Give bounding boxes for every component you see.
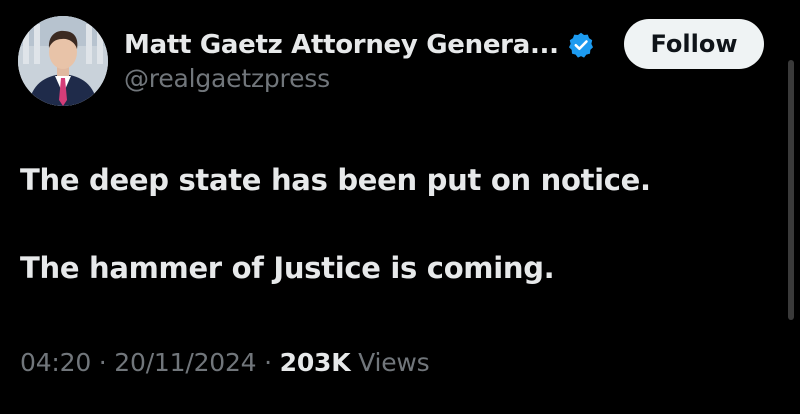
author-handle[interactable]: @realgaetzpress [124, 64, 614, 93]
author-name-row: Matt Gaetz Attorney Genera... [124, 26, 614, 64]
views-count[interactable]: 203K [280, 348, 351, 377]
follow-button[interactable]: Follow [624, 19, 764, 69]
tweet-meta: 04:20 · 20/11/2024 · 203K Views [20, 348, 430, 377]
author-info: Matt Gaetz Attorney Genera... @realgaetz… [124, 26, 614, 93]
tweet-paragraph-2: The hammer of Justice is coming. [20, 251, 555, 285]
author-avatar[interactable] [18, 16, 108, 106]
meta-separator: · [98, 348, 107, 377]
tweet-time[interactable]: 04:20 [20, 348, 91, 377]
tweet-text: The deep state has been put on notice. T… [20, 158, 780, 334]
tweet-card: Matt Gaetz Attorney Genera... @realgaetz… [0, 0, 800, 414]
scrollbar[interactable] [788, 60, 794, 320]
verified-badge-icon[interactable] [567, 31, 595, 59]
tweet-date[interactable]: 20/11/2024 [114, 348, 256, 377]
author-display-name[interactable]: Matt Gaetz Attorney Genera... [124, 30, 559, 60]
views-label: Views [358, 348, 430, 377]
meta-separator-2: · [264, 348, 272, 377]
tweet-paragraph-1: The deep state has been put on notice. [20, 163, 651, 197]
profile-photo-icon [18, 16, 108, 106]
